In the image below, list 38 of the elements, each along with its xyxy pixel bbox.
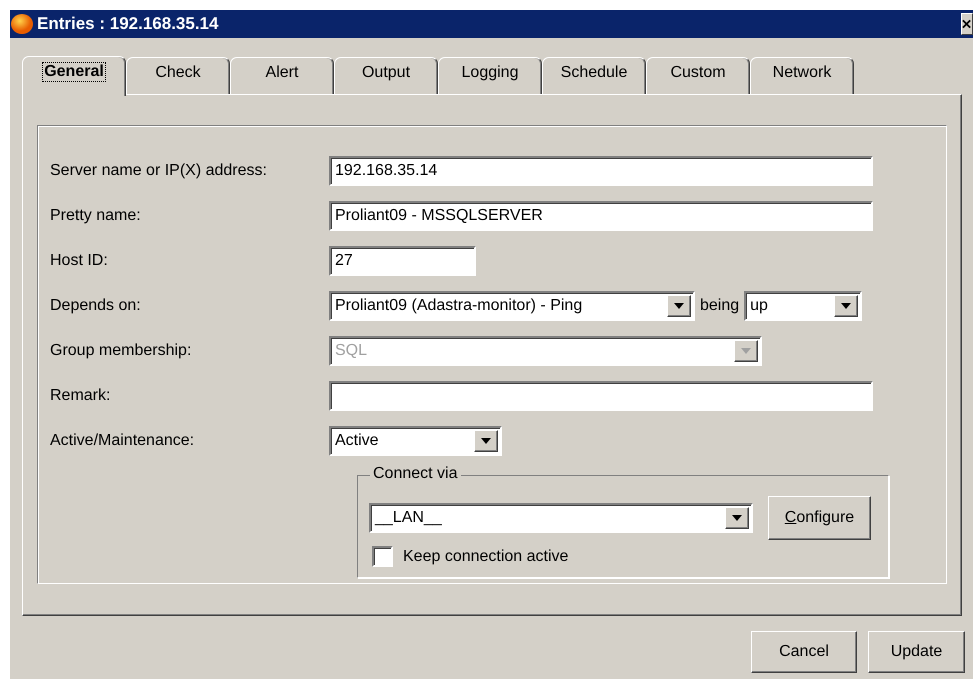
- caret-icon: [481, 438, 491, 444]
- dialog-button[interactable]: Update: [868, 631, 965, 673]
- checkbox-label: Keep connection active: [403, 548, 568, 566]
- text-field[interactable]: 27: [329, 246, 476, 276]
- tab[interactable]: Custom: [646, 57, 750, 94]
- dropdown[interactable]: __LAN__: [369, 503, 753, 533]
- field-label: Remark:: [50, 386, 112, 404]
- dropdown[interactable]: up: [744, 290, 862, 320]
- checkbox[interactable]: [372, 546, 393, 567]
- tab[interactable]: Schedule: [542, 57, 646, 94]
- field-label: Pretty name:: [50, 206, 142, 224]
- configure-button[interactable]: Configure: [768, 496, 871, 540]
- tab[interactable]: Network: [750, 57, 854, 94]
- close-icon: [962, 19, 972, 29]
- field-label: Depends on:: [50, 296, 142, 314]
- text-field[interactable]: [329, 380, 873, 410]
- field-label: Host ID:: [50, 252, 109, 270]
- field-label: Server name or IP(X) address:: [50, 162, 268, 180]
- tab[interactable]: Logging: [438, 57, 542, 94]
- dialog-button[interactable]: Cancel: [751, 631, 857, 673]
- text-field[interactable]: 192.168.35.14: [329, 156, 873, 186]
- caret-icon: [674, 302, 684, 308]
- field-label: Group membership:: [50, 342, 192, 360]
- dropdown[interactable]: Active: [329, 426, 502, 456]
- close-button[interactable]: [961, 13, 973, 35]
- window-title: Entries : 192.168.35.14: [37, 14, 218, 34]
- caret-icon: [741, 348, 751, 354]
- orb-icon: [10, 13, 34, 35]
- tab[interactable]: Output: [334, 57, 438, 94]
- caret-icon: [841, 302, 852, 308]
- field-label: being: [700, 296, 740, 314]
- tab[interactable]: Check: [126, 57, 230, 94]
- caret-icon: [732, 515, 742, 521]
- tab[interactable]: General: [22, 56, 126, 96]
- text-field[interactable]: Proliant09 - MSSQLSERVER: [329, 200, 873, 230]
- field-label: Active/Maintenance:: [50, 432, 196, 450]
- tab[interactable]: Alert: [230, 57, 334, 94]
- dropdown[interactable]: Proliant09 (Adastra-monitor) - Ping: [329, 290, 695, 320]
